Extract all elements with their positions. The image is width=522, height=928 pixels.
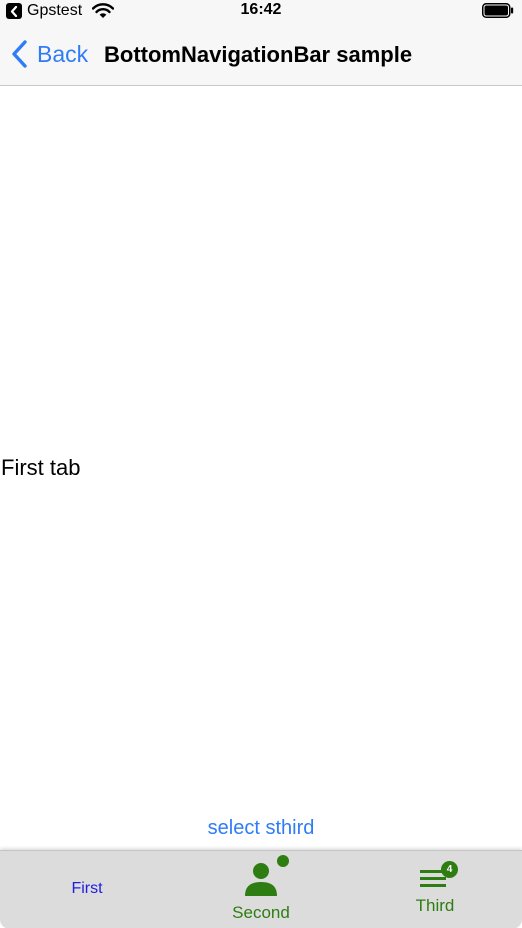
- status-left: Gpstest: [6, 1, 115, 21]
- page-title: BottomNavigationBar sample: [104, 42, 413, 67]
- bottom-nav-item-second[interactable]: Second: [174, 851, 348, 928]
- back-button[interactable]: Back: [10, 39, 88, 69]
- notification-badge: 4: [441, 861, 458, 878]
- bottom-nav-label-first: First: [71, 880, 103, 897]
- bottom-nav-label-second: Second: [232, 903, 290, 922]
- back-label: Back: [37, 40, 89, 67]
- status-bar: Gpstest 16:42: [0, 0, 522, 24]
- battery-icon: [482, 3, 514, 18]
- navigation-bar: Back BottomNavigationBar sample: [0, 24, 522, 86]
- bottom-nav-label-third: Third: [415, 896, 455, 915]
- person-dot-icon: [245, 855, 289, 896]
- bottom-nav-item-third[interactable]: 4 Third: [348, 851, 522, 928]
- app-screen: Gpstest 16:42 Back BottomNavigationBar s…: [0, 0, 522, 928]
- tab-content-text: First tab: [1, 455, 81, 480]
- carrier-label[interactable]: Gpstest: [27, 2, 82, 20]
- bottom-nav-item-first[interactable]: First: [0, 851, 174, 928]
- chevron-left-icon: [12, 40, 27, 68]
- wifi-icon: [92, 3, 115, 18]
- select-third-button[interactable]: select sthird: [0, 817, 522, 840]
- bottom-navigation-bar: First Second 4 Third: [0, 850, 522, 928]
- back-to-app-icon[interactable]: [6, 3, 22, 19]
